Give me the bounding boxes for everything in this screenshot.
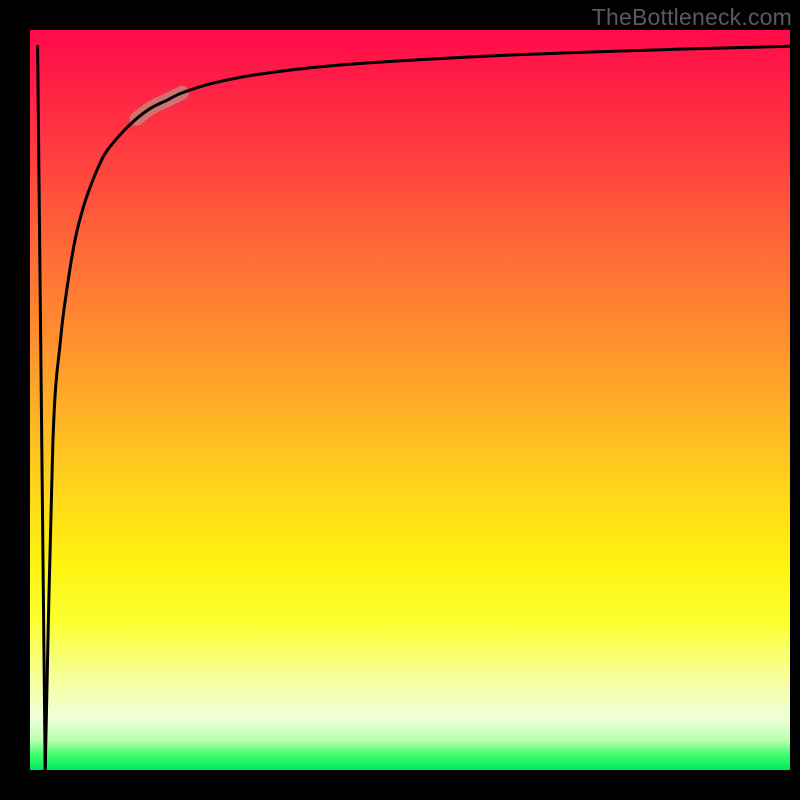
- chart-frame: TheBottleneck.com: [0, 0, 800, 800]
- bottleneck-curve: [45, 46, 790, 770]
- chart-svg: [30, 30, 790, 770]
- watermark-text: TheBottleneck.com: [592, 4, 792, 31]
- leading-dip: [38, 46, 46, 770]
